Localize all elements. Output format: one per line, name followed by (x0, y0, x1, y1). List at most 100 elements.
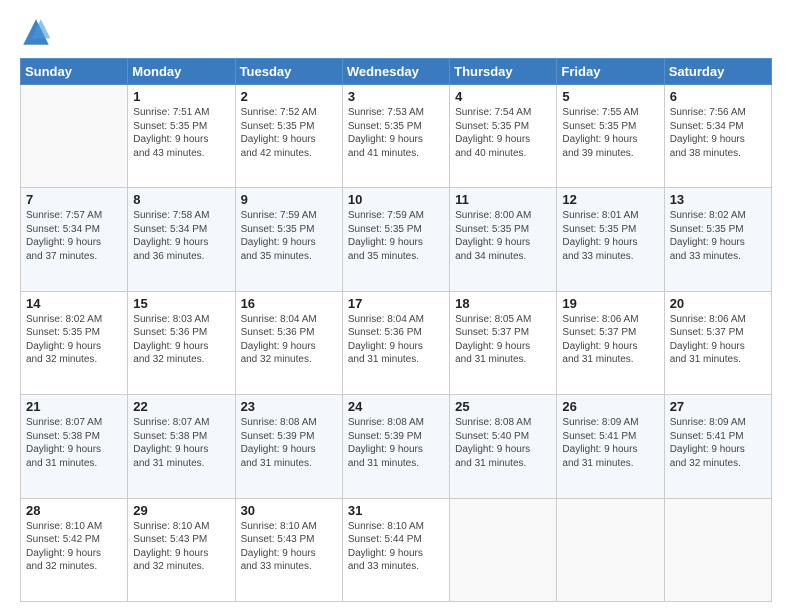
day-number: 29 (133, 503, 229, 518)
calendar-header-thursday: Thursday (450, 59, 557, 85)
day-info: Sunrise: 8:02 AMSunset: 5:35 PMDaylight:… (26, 313, 122, 367)
calendar-cell: 16 Sunrise: 8:04 AMSunset: 5:36 PMDayligh… (235, 291, 342, 394)
calendar-header-wednesday: Wednesday (342, 59, 449, 85)
day-info: Sunrise: 8:10 AMSunset: 5:43 PMDaylight:… (133, 520, 229, 574)
calendar-cell: 2 Sunrise: 7:52 AMSunset: 5:35 PMDaylight… (235, 85, 342, 188)
day-info: Sunrise: 8:09 AMSunset: 5:41 PMDaylight:… (670, 416, 766, 470)
day-info: Sunrise: 7:54 AMSunset: 5:35 PMDaylight:… (455, 106, 551, 160)
day-info: Sunrise: 7:57 AMSunset: 5:34 PMDaylight:… (26, 209, 122, 263)
day-number: 3 (348, 89, 444, 104)
day-info: Sunrise: 8:07 AMSunset: 5:38 PMDaylight:… (133, 416, 229, 470)
calendar-week-row: 1 Sunrise: 7:51 AMSunset: 5:35 PMDaylight… (21, 85, 772, 188)
day-info: Sunrise: 7:53 AMSunset: 5:35 PMDaylight:… (348, 106, 444, 160)
calendar-cell: 29 Sunrise: 8:10 AMSunset: 5:43 PMDayligh… (128, 498, 235, 601)
day-number: 22 (133, 399, 229, 414)
day-number: 2 (241, 89, 337, 104)
day-number: 21 (26, 399, 122, 414)
calendar-header-row: SundayMondayTuesdayWednesdayThursdayFrid… (21, 59, 772, 85)
calendar-cell: 14 Sunrise: 8:02 AMSunset: 5:35 PMDayligh… (21, 291, 128, 394)
calendar-cell: 17Sunrise: 8:04 AMSunset: 5:36 PMDayligh… (342, 291, 449, 394)
day-number: 15 (133, 296, 229, 311)
calendar-cell: 30 Sunrise: 8:10 AMSunset: 5:43 PMDayligh… (235, 498, 342, 601)
calendar-cell: 3 Sunrise: 7:53 AMSunset: 5:35 PMDaylight… (342, 85, 449, 188)
day-number: 20 (670, 296, 766, 311)
calendar-header-saturday: Saturday (664, 59, 771, 85)
logo (20, 16, 56, 48)
calendar-cell (21, 85, 128, 188)
day-info: Sunrise: 8:06 AMSunset: 5:37 PMDaylight:… (562, 313, 658, 367)
calendar-cell: 20 Sunrise: 8:06 AMSunset: 5:37 PMDayligh… (664, 291, 771, 394)
day-number: 16 (241, 296, 337, 311)
calendar-cell: 12Sunrise: 8:01 AMSunset: 5:35 PMDayligh… (557, 188, 664, 291)
calendar-cell: 8 Sunrise: 7:58 AMSunset: 5:34 PMDaylight… (128, 188, 235, 291)
day-number: 1 (133, 89, 229, 104)
day-info: Sunrise: 8:07 AMSunset: 5:38 PMDaylight:… (26, 416, 122, 470)
day-info: Sunrise: 8:08 AMSunset: 5:39 PMDaylight:… (241, 416, 337, 470)
day-info: Sunrise: 8:04 AMSunset: 5:36 PMDaylight:… (241, 313, 337, 367)
day-info: Sunrise: 8:05 AMSunset: 5:37 PMDaylight:… (455, 313, 551, 367)
day-info: Sunrise: 7:59 AMSunset: 5:35 PMDaylight:… (348, 209, 444, 263)
day-number: 18 (455, 296, 551, 311)
day-number: 5 (562, 89, 658, 104)
calendar-cell: 5 Sunrise: 7:55 AMSunset: 5:35 PMDaylight… (557, 85, 664, 188)
calendar-cell (450, 498, 557, 601)
calendar-cell: 15Sunrise: 8:03 AMSunset: 5:36 PMDayligh… (128, 291, 235, 394)
page: SundayMondayTuesdayWednesdayThursdayFrid… (0, 0, 792, 612)
day-number: 6 (670, 89, 766, 104)
calendar-cell: 28 Sunrise: 8:10 AMSunset: 5:42 PMDayligh… (21, 498, 128, 601)
day-number: 25 (455, 399, 551, 414)
calendar-cell: 13 Sunrise: 8:02 AMSunset: 5:35 PMDayligh… (664, 188, 771, 291)
calendar-header-friday: Friday (557, 59, 664, 85)
calendar-cell: 18 Sunrise: 8:05 AMSunset: 5:37 PMDayligh… (450, 291, 557, 394)
day-info: Sunrise: 8:02 AMSunset: 5:35 PMDaylight:… (670, 209, 766, 263)
day-number: 28 (26, 503, 122, 518)
day-info: Sunrise: 8:06 AMSunset: 5:37 PMDaylight:… (670, 313, 766, 367)
day-number: 24 (348, 399, 444, 414)
calendar-cell: 26 Sunrise: 8:09 AMSunset: 5:41 PMDayligh… (557, 395, 664, 498)
day-info: Sunrise: 7:59 AMSunset: 5:35 PMDaylight:… (241, 209, 337, 263)
day-info: Sunrise: 7:56 AMSunset: 5:34 PMDaylight:… (670, 106, 766, 160)
calendar-cell: 10Sunrise: 7:59 AMSunset: 5:35 PMDayligh… (342, 188, 449, 291)
day-number: 30 (241, 503, 337, 518)
day-info: Sunrise: 8:10 AMSunset: 5:44 PMDaylight:… (348, 520, 444, 574)
day-number: 19 (562, 296, 658, 311)
logo-icon (20, 16, 52, 48)
day-number: 8 (133, 192, 229, 207)
calendar-cell: 23Sunrise: 8:08 AMSunset: 5:39 PMDayligh… (235, 395, 342, 498)
day-info: Sunrise: 8:10 AMSunset: 5:42 PMDaylight:… (26, 520, 122, 574)
calendar-cell: 4 Sunrise: 7:54 AMSunset: 5:35 PMDaylight… (450, 85, 557, 188)
calendar-cell (664, 498, 771, 601)
day-number: 4 (455, 89, 551, 104)
day-info: Sunrise: 7:55 AMSunset: 5:35 PMDaylight:… (562, 106, 658, 160)
calendar-cell: 11Sunrise: 8:00 AMSunset: 5:35 PMDayligh… (450, 188, 557, 291)
calendar-cell: 24Sunrise: 8:08 AMSunset: 5:39 PMDayligh… (342, 395, 449, 498)
day-number: 13 (670, 192, 766, 207)
calendar-header-sunday: Sunday (21, 59, 128, 85)
day-info: Sunrise: 8:01 AMSunset: 5:35 PMDaylight:… (562, 209, 658, 263)
day-number: 26 (562, 399, 658, 414)
day-number: 27 (670, 399, 766, 414)
header (20, 16, 772, 48)
day-number: 7 (26, 192, 122, 207)
day-number: 14 (26, 296, 122, 311)
calendar-cell: 21 Sunrise: 8:07 AMSunset: 5:38 PMDayligh… (21, 395, 128, 498)
calendar-cell: 27 Sunrise: 8:09 AMSunset: 5:41 PMDayligh… (664, 395, 771, 498)
day-number: 31 (348, 503, 444, 518)
calendar-cell: 7 Sunrise: 7:57 AMSunset: 5:34 PMDaylight… (21, 188, 128, 291)
calendar-cell: 22 Sunrise: 8:07 AMSunset: 5:38 PMDayligh… (128, 395, 235, 498)
day-info: Sunrise: 8:09 AMSunset: 5:41 PMDaylight:… (562, 416, 658, 470)
day-info: Sunrise: 8:10 AMSunset: 5:43 PMDaylight:… (241, 520, 337, 574)
calendar-week-row: 7 Sunrise: 7:57 AMSunset: 5:34 PMDaylight… (21, 188, 772, 291)
day-number: 9 (241, 192, 337, 207)
calendar-cell: 31 Sunrise: 8:10 AMSunset: 5:44 PMDayligh… (342, 498, 449, 601)
calendar-cell: 25Sunrise: 8:08 AMSunset: 5:40 PMDayligh… (450, 395, 557, 498)
day-info: Sunrise: 7:58 AMSunset: 5:34 PMDaylight:… (133, 209, 229, 263)
calendar-header-tuesday: Tuesday (235, 59, 342, 85)
day-info: Sunrise: 7:51 AMSunset: 5:35 PMDaylight:… (133, 106, 229, 160)
calendar-cell: 19 Sunrise: 8:06 AMSunset: 5:37 PMDayligh… (557, 291, 664, 394)
calendar-week-row: 21 Sunrise: 8:07 AMSunset: 5:38 PMDayligh… (21, 395, 772, 498)
calendar-cell (557, 498, 664, 601)
calendar-cell: 1 Sunrise: 7:51 AMSunset: 5:35 PMDaylight… (128, 85, 235, 188)
day-info: Sunrise: 7:52 AMSunset: 5:35 PMDaylight:… (241, 106, 337, 160)
calendar-header-monday: Monday (128, 59, 235, 85)
